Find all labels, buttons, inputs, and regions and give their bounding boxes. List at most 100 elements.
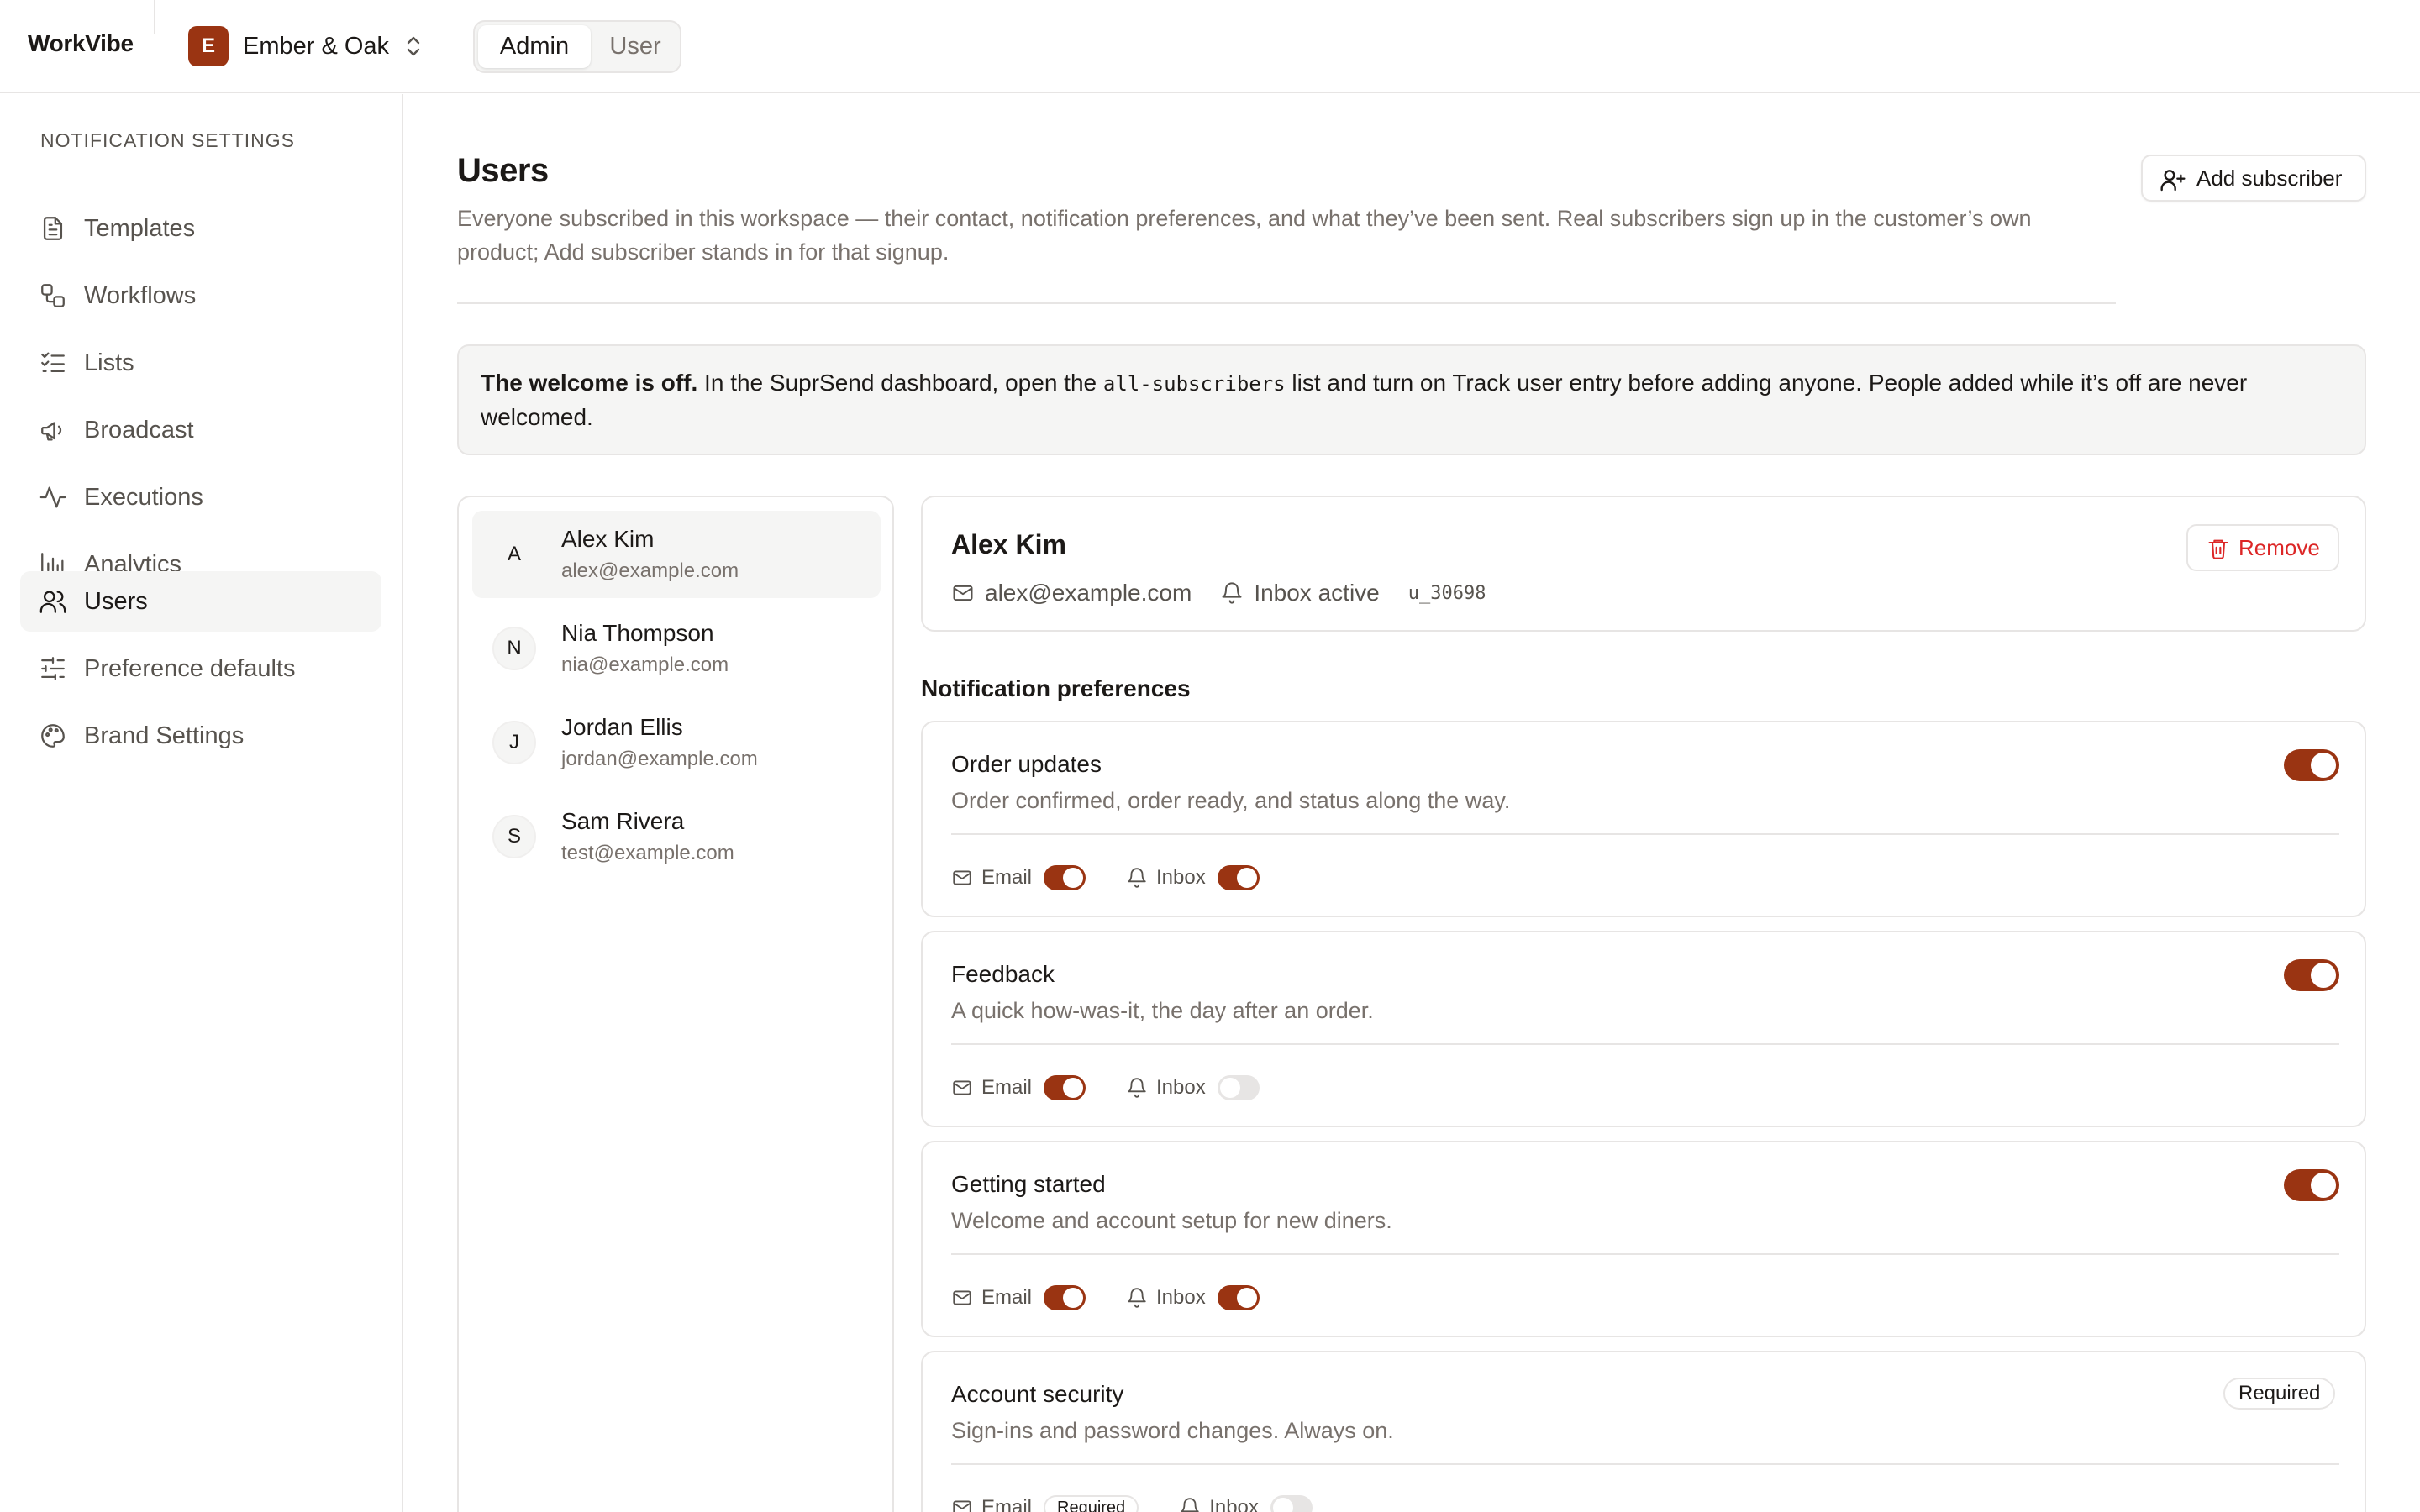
channel-inbox: Inbox xyxy=(1126,1285,1260,1310)
mail-icon xyxy=(953,1080,971,1095)
preference-title: Getting started xyxy=(951,1171,1106,1197)
user-email: alex@example.com xyxy=(561,559,739,582)
mail-icon xyxy=(953,1290,971,1305)
file-text-icon xyxy=(43,217,63,240)
channel-label: Email xyxy=(981,1076,1033,1099)
subscriber-email: alex@example.com xyxy=(951,580,1192,606)
inbox-toggle[interactable] xyxy=(1217,1285,1260,1310)
sidebar-item-users[interactable]: Users xyxy=(20,571,381,632)
sidebar-item-label: Lists xyxy=(84,349,134,376)
sidebar-item-brand-settings[interactable]: Brand Settings xyxy=(20,706,381,766)
preference-card-feedback: Feedback A quick how-was-it, the day aft… xyxy=(921,931,2366,1127)
category-toggle[interactable] xyxy=(2284,749,2339,781)
users-icon xyxy=(39,591,66,613)
channel-email: Email Required xyxy=(951,1495,1139,1512)
add-subscriber-button[interactable]: Add subscriber xyxy=(2141,155,2366,202)
inbox-status-text: Inbox active xyxy=(1254,580,1380,606)
list-checks-icon xyxy=(41,352,65,373)
category-toggle[interactable] xyxy=(2284,1169,2339,1201)
user-email: test@example.com xyxy=(561,842,734,864)
channel-inbox: Inbox xyxy=(1126,1075,1260,1100)
remove-subscriber-button[interactable]: Remove xyxy=(2186,524,2339,571)
workspace-avatar: E xyxy=(188,26,229,66)
bell-icon xyxy=(1128,868,1146,888)
sidebar-item-label: Preference defaults xyxy=(84,654,296,682)
mail-icon xyxy=(953,870,971,885)
user-name: Sam Rivera xyxy=(561,808,685,834)
bell-icon xyxy=(1222,582,1242,604)
sidebar-item-label: Executions xyxy=(84,483,203,511)
workflow-icon xyxy=(41,284,65,307)
subscriber-meta: alex@example.com Inbox active u_30698 xyxy=(951,578,1486,608)
banner-bold: The welcome is off. xyxy=(481,370,698,396)
divider xyxy=(951,1253,2339,1255)
avatar: S xyxy=(492,815,536,858)
sidebar-item-label: Templates xyxy=(84,214,196,242)
channel-label: Inbox xyxy=(1156,1076,1206,1099)
role-option-user[interactable]: User xyxy=(592,25,678,68)
divider xyxy=(154,0,155,34)
inbox-toggle[interactable] xyxy=(1217,865,1260,890)
bell-icon xyxy=(1128,1078,1146,1098)
preference-card-order-updates: Order updates Order confirmed, order rea… xyxy=(921,721,2366,917)
sidebar-item-lists[interactable]: Lists xyxy=(20,333,381,393)
user-list-item[interactable]: N Nia Thompson nia@example.com xyxy=(472,605,881,692)
trash-icon xyxy=(2208,539,2228,559)
channel-label: Inbox xyxy=(1156,866,1206,889)
divider xyxy=(457,302,2116,304)
user-name: Alex Kim xyxy=(561,526,655,552)
subscriber-id: u_30698 xyxy=(1407,582,1486,604)
user-list-item[interactable]: J Jordan Ellis jordan@example.com xyxy=(472,699,881,786)
email-toggle[interactable] xyxy=(1044,1075,1086,1100)
sidebar-item-executions[interactable]: Executions xyxy=(20,467,381,528)
bell-icon xyxy=(1128,1288,1146,1308)
role-option-admin[interactable]: Admin xyxy=(478,25,591,68)
bell-icon xyxy=(1181,1498,1199,1512)
channel-inbox: Inbox xyxy=(1126,865,1260,890)
top-bar: WorkVibe E Ember & Oak Admin User xyxy=(0,0,2420,93)
user-email: jordan@example.com xyxy=(561,748,758,770)
required-badge: Required xyxy=(2223,1378,2336,1410)
preference-description: Sign-ins and password changes. Always on… xyxy=(951,1418,1394,1443)
divider xyxy=(951,1043,2339,1045)
subscriber-email-text: alex@example.com xyxy=(985,580,1192,606)
user-list: A Alex Kim alex@example.com N Nia Thomps… xyxy=(457,496,894,1512)
workspace-switcher[interactable]: E Ember & Oak xyxy=(188,26,423,66)
add-subscriber-label: Add subscriber xyxy=(2196,165,2343,191)
channel-email: Email xyxy=(951,1285,1086,1310)
preference-description: A quick how-was-it, the day after an ord… xyxy=(951,998,1374,1023)
channel-email: Email xyxy=(951,1075,1086,1100)
avatar: N xyxy=(492,627,536,670)
user-email: nia@example.com xyxy=(561,654,729,676)
avatar: J xyxy=(492,721,536,764)
channel-inbox: Inbox xyxy=(1179,1495,1313,1512)
channel-row: Email Inbox xyxy=(951,1074,1300,1102)
sidebar-item-preference-defaults[interactable]: Preference defaults xyxy=(20,638,381,699)
user-plus-icon xyxy=(2160,170,2186,192)
mail-icon xyxy=(953,1500,971,1512)
email-toggle[interactable] xyxy=(1044,865,1086,890)
channel-row: Email Inbox xyxy=(951,1284,1300,1312)
email-toggle[interactable] xyxy=(1044,1285,1086,1310)
inbox-toggle[interactable] xyxy=(1217,1075,1260,1100)
preference-title: Feedback xyxy=(951,961,1055,987)
channel-label: Email xyxy=(981,866,1033,889)
sidebar-item-label: Workflows xyxy=(84,281,197,309)
user-list-item[interactable]: S Sam Rivera test@example.com xyxy=(472,793,881,880)
banner-code: all-subscribers xyxy=(1102,372,1286,396)
mail-icon xyxy=(953,585,973,601)
palette-icon xyxy=(41,724,65,748)
user-list-item[interactable]: A Alex Kim alex@example.com xyxy=(472,511,881,598)
megaphone-icon xyxy=(41,422,62,441)
preference-card-getting-started: Getting started Welcome and account setu… xyxy=(921,1141,2366,1337)
page-title: Users xyxy=(457,152,549,189)
page-description: Everyone subscribed in this workspace — … xyxy=(457,206,2032,265)
sidebar-item-templates[interactable]: Templates xyxy=(20,198,381,259)
preference-description: Welcome and account setup for new diners… xyxy=(951,1208,1392,1233)
sidebar-item-workflows[interactable]: Workflows xyxy=(20,265,381,326)
activity-icon xyxy=(39,486,66,508)
inbox-toggle[interactable] xyxy=(1270,1495,1313,1512)
channel-row: Email Required Inbox xyxy=(951,1494,1353,1512)
category-toggle[interactable] xyxy=(2284,959,2339,991)
sidebar-item-broadcast[interactable]: Broadcast xyxy=(20,400,381,460)
